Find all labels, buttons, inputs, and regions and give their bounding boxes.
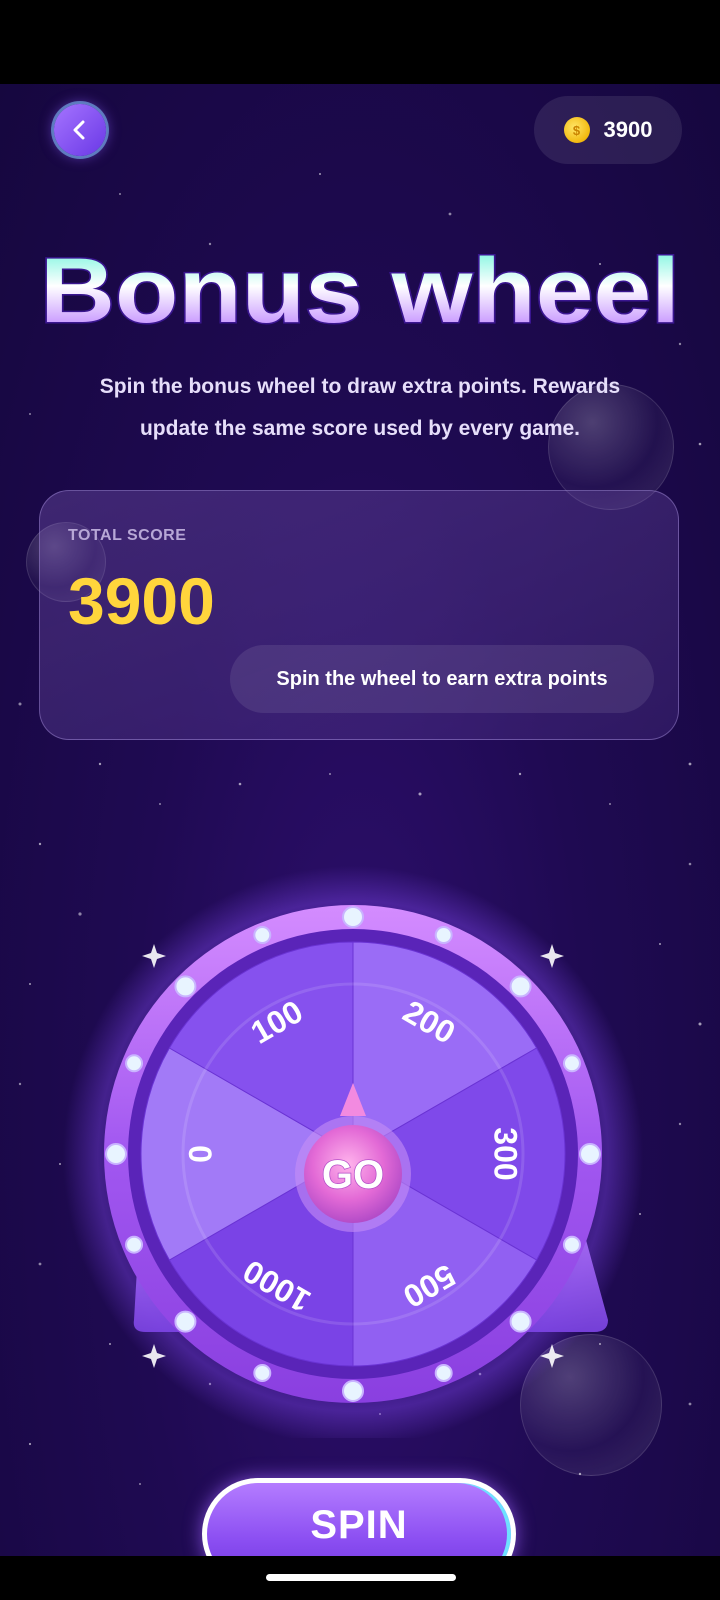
page-subtitle: Spin the bonus wheel to draw extra point… [40, 366, 680, 450]
score-card: TOTAL SCORE 3900 Spin the wheel to earn … [39, 490, 679, 740]
wheel-light [562, 1235, 581, 1254]
wheel-segment-label: 0 [182, 1145, 218, 1163]
page-title: Bonus wheel [39, 239, 682, 344]
subtitle-line: update the same score used by every game… [139, 417, 581, 440]
coin-icon: $ [563, 117, 590, 143]
wheel-light [253, 926, 272, 945]
wheel-light [105, 1143, 127, 1165]
spin-button[interactable]: SPIN [202, 1478, 516, 1556]
wheel-light [342, 1380, 364, 1402]
bonus-wheel-screen: $ 3900 Bonus wheel Spin the bonus wheel … [0, 84, 720, 1556]
wheel-light [579, 1143, 601, 1165]
page-title-text: Bonus wheel [40, 240, 680, 342]
back-button[interactable] [54, 104, 106, 156]
bonus-wheel[interactable]: 20030050010000100 GO [60, 798, 660, 1438]
score-value: 3900 [68, 564, 215, 638]
wheel-light [253, 1363, 272, 1382]
wheel-light [434, 1363, 453, 1382]
wheel-segment-label: 300 [488, 1127, 524, 1180]
home-indicator[interactable] [266, 1574, 456, 1581]
wheel-light [125, 1235, 144, 1254]
status-bar [0, 0, 720, 84]
coin-balance-value: 3900 [603, 117, 653, 142]
navigation-bar [0, 1556, 720, 1600]
score-label: TOTAL SCORE [68, 527, 187, 544]
wheel-light [509, 1310, 532, 1333]
wheel-light [509, 975, 532, 998]
chevron-left-icon [73, 120, 85, 140]
subtitle-line: Spin the bonus wheel to draw extra point… [99, 375, 621, 398]
wheel-light [562, 1054, 581, 1073]
wheel-light [174, 1310, 197, 1333]
wheel-light [434, 926, 453, 945]
go-button[interactable]: GO [321, 1152, 385, 1198]
wheel-light [125, 1054, 144, 1073]
wheel-light [174, 975, 197, 998]
coin-balance: $ 3900 [534, 96, 682, 164]
wheel-light [342, 906, 364, 928]
score-hint: Spin the wheel to earn extra points [230, 645, 654, 713]
